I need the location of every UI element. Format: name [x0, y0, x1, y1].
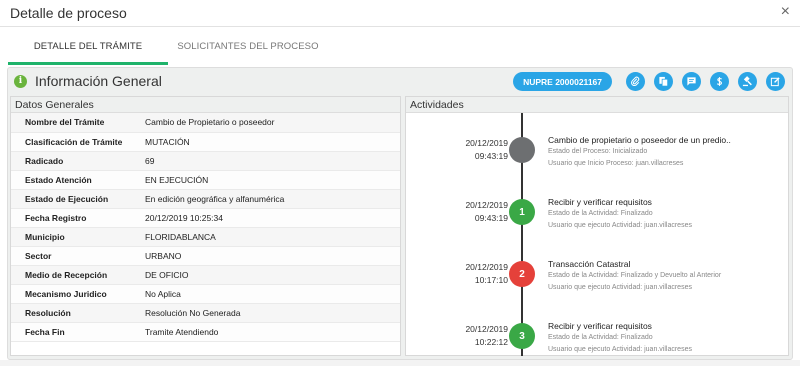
- row-label: Fecha Fin: [11, 322, 139, 342]
- process-detail-modal: Detalle de proceso × DETALLE DEL TRÁMITE…: [0, 0, 800, 366]
- activity-time: 10:22:12: [474, 337, 508, 347]
- activity-title: Recibir y verificar requisitos: [548, 197, 652, 207]
- row-value: 69: [139, 151, 400, 171]
- tab-solicitantes[interactable]: SOLICITANTES DEL PROCESO: [168, 27, 328, 65]
- panel-title: Información General: [35, 73, 162, 89]
- row-value: MUTACIÓN: [139, 132, 400, 152]
- edit-icon[interactable]: [766, 72, 785, 91]
- datos-generales-box: Datos Generales Nombre del Trámite Cambio…: [10, 96, 401, 356]
- tab-bar: DETALLE DEL TRÁMITE SOLICITANTES DEL PRO…: [0, 27, 800, 65]
- row-value: EN EJECUCIÓN: [139, 170, 400, 190]
- activity-date: 20/12/2019: [465, 138, 508, 148]
- panel-header: i Información General NUPRE 2000021167: [8, 68, 792, 94]
- activity-title: Recibir y verificar requisitos: [548, 321, 652, 331]
- timeline-item: 20/12/2019 10:22:12 3 Recibir y verifica…: [406, 321, 788, 356]
- gavel-icon[interactable]: [738, 72, 757, 91]
- activity-title: Cambio de propietario o poseedor de un p…: [548, 135, 731, 145]
- action-toolbar: NUPRE 2000021167: [513, 72, 785, 91]
- message-icon[interactable]: [682, 72, 701, 91]
- info-icon: i: [14, 74, 27, 88]
- row-value: No Aplica: [139, 284, 400, 304]
- activity-date: 20/12/2019: [465, 262, 508, 272]
- row-label: Clasificación de Trámite: [11, 132, 139, 152]
- row-label: Radicado: [11, 151, 139, 171]
- datos-generales-title: Datos Generales: [11, 97, 400, 113]
- nupre-button[interactable]: NUPRE 2000021167: [513, 72, 612, 91]
- timeline-item: 20/12/2019 09:43:19 1 Recibir y verifica…: [406, 197, 788, 237]
- tab-detalle-tramite[interactable]: DETALLE DEL TRÁMITE: [8, 27, 168, 65]
- row-value: Resolución No Generada: [139, 303, 400, 323]
- copy-icon[interactable]: [654, 72, 673, 91]
- activity-user: Usuario que ejecuto Actividad: juan.vill…: [548, 346, 692, 353]
- activity-marker: 3: [509, 323, 535, 349]
- close-icon[interactable]: ×: [781, 4, 790, 20]
- activity-user: Usuario que ejecuto Actividad: juan.vill…: [548, 222, 692, 229]
- activity-status: Estado del Proceso: Inicializado: [548, 148, 648, 155]
- actividades-box: Actividades 20/12/2019 09:43:19 Cambio d…: [405, 96, 789, 356]
- activity-status: Estado de la Actividad: Finalizado: [548, 334, 653, 341]
- row-value: En edición geográfica y alfanumérica: [139, 189, 400, 209]
- table-row: Sector URBANO: [11, 246, 400, 266]
- table-row: Estado Atención EN EJECUCIÓN: [11, 170, 400, 190]
- dollar-icon[interactable]: [710, 72, 729, 91]
- datos-table: Nombre del Trámite Cambio de Propietario …: [11, 113, 400, 342]
- activity-timeline[interactable]: 20/12/2019 09:43:19 Cambio de propietari…: [406, 113, 788, 356]
- activity-time: 10:17:10: [474, 275, 508, 285]
- activity-title: Transacción Catastral: [548, 259, 631, 269]
- row-label: Resolución: [11, 303, 139, 323]
- timeline-item: 20/12/2019 10:17:10 2 Transacción Catast…: [406, 259, 788, 299]
- activity-datetime: 20/12/2019 10:22:12: [465, 323, 508, 349]
- row-label: Estado Atención: [11, 170, 139, 190]
- row-value: FLORIDABLANCA: [139, 227, 400, 247]
- activity-datetime: 20/12/2019 09:43:19: [465, 199, 508, 225]
- row-label: Sector: [11, 246, 139, 266]
- activity-status: Estado de la Actividad: Finalizado: [548, 210, 653, 217]
- table-row: Fecha Registro 20/12/2019 10:25:34: [11, 208, 400, 228]
- modal-title: Detalle de proceso: [10, 5, 127, 21]
- activity-date: 20/12/2019: [465, 324, 508, 334]
- table-row: Nombre del Trámite Cambio de Propietario …: [11, 113, 400, 133]
- bottom-scroll-area: [0, 360, 800, 366]
- timeline-item: 20/12/2019 09:43:19 Cambio de propietari…: [406, 135, 788, 175]
- row-value: DE OFICIO: [139, 265, 400, 285]
- table-row: Medio de Recepción DE OFICIO: [11, 265, 400, 285]
- activity-datetime: 20/12/2019 10:17:10: [465, 261, 508, 287]
- activity-details: Recibir y verificar requisitos Estado de…: [548, 197, 788, 232]
- paperclip-icon[interactable]: [626, 72, 645, 91]
- activity-details: Recibir y verificar requisitos Estado de…: [548, 321, 788, 356]
- row-label: Mecanismo Juridico: [11, 284, 139, 304]
- activity-date: 20/12/2019: [465, 200, 508, 210]
- activity-user: Usuario que ejecuto Actividad: juan.vill…: [548, 284, 692, 291]
- activity-status: Estado de la Actividad: Finalizado y Dev…: [548, 272, 722, 279]
- row-label: Municipio: [11, 227, 139, 247]
- row-value: URBANO: [139, 246, 400, 266]
- table-row: Mecanismo Juridico No Aplica: [11, 284, 400, 304]
- row-label: Fecha Registro: [11, 208, 139, 228]
- row-value: 20/12/2019 10:25:34: [139, 208, 400, 228]
- table-row: Estado de Ejecución En edición geográfica…: [11, 189, 400, 209]
- table-row: Resolución Resolución No Generada: [11, 303, 400, 323]
- actividades-title: Actividades: [406, 97, 788, 113]
- activity-user: Usuario que Inicio Proceso: juan.villacr…: [548, 160, 684, 167]
- activity-datetime: 20/12/2019 09:43:19: [465, 137, 508, 163]
- table-row: Radicado 69: [11, 151, 400, 171]
- table-row: Municipio FLORIDABLANCA: [11, 227, 400, 247]
- activity-marker: 2: [509, 261, 535, 287]
- row-label: Nombre del Trámite: [11, 113, 139, 133]
- activity-time: 09:43:19: [474, 151, 508, 161]
- row-label: Estado de Ejecución: [11, 189, 139, 209]
- info-general-panel: i Información General NUPRE 2000021167 D…: [7, 67, 793, 360]
- activity-time: 09:43:19: [474, 213, 508, 223]
- row-value: Tramite Atendiendo: [139, 322, 400, 342]
- table-row: Fecha Fin Tramite Atendiendo: [11, 322, 400, 342]
- table-row: Clasificación de Trámite MUTACIÓN: [11, 132, 400, 152]
- row-value: Cambio de Propietario o poseedor: [139, 113, 400, 133]
- modal-header: Detalle de proceso ×: [0, 0, 800, 27]
- activity-marker: 1: [509, 199, 535, 225]
- activity-marker: [509, 137, 535, 163]
- activity-details: Cambio de propietario o poseedor de un p…: [548, 135, 788, 170]
- activity-details: Transacción Catastral Estado de la Activ…: [548, 259, 788, 294]
- row-label: Medio de Recepción: [11, 265, 139, 285]
